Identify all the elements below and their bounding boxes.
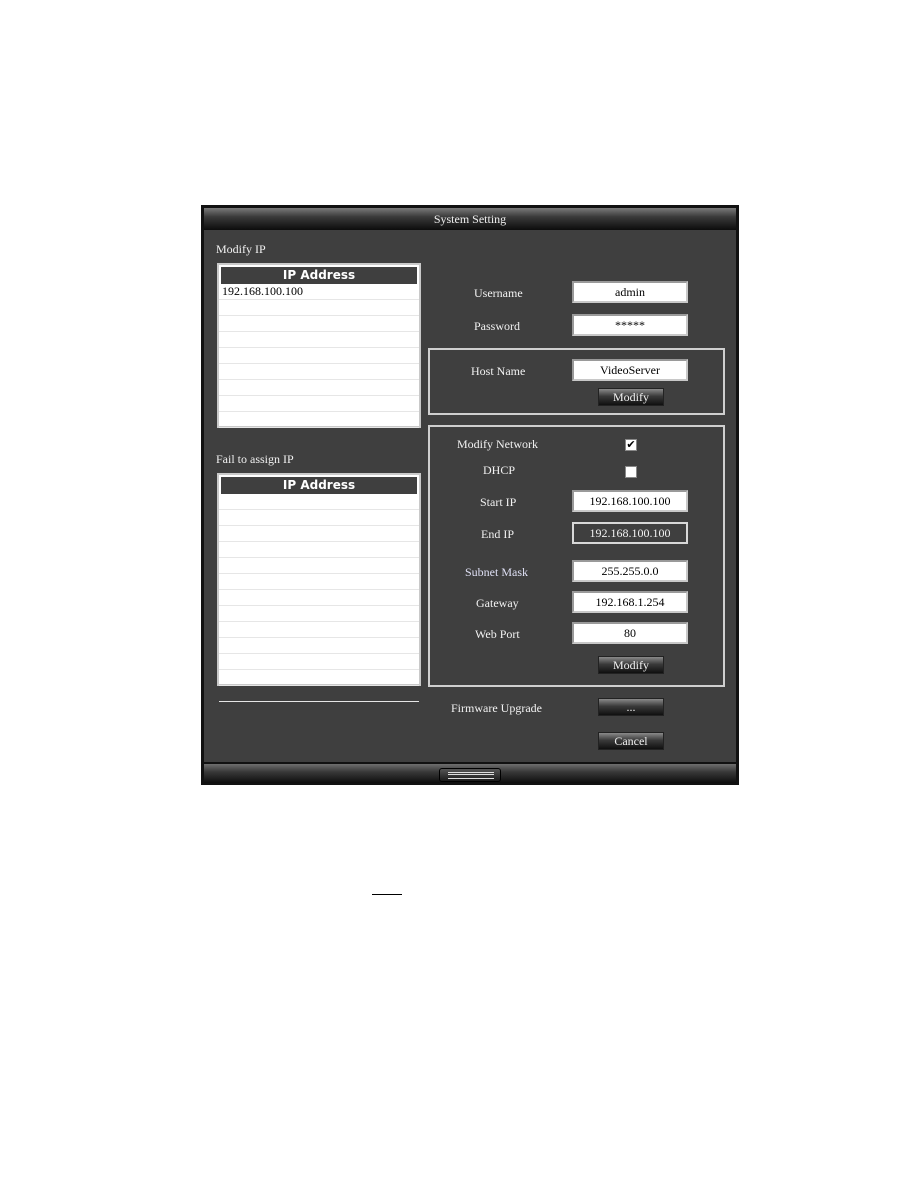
modify-ip-rows: 192.168.100.100 (219, 284, 419, 428)
firmware-upgrade-label: Firmware Upgrade (451, 701, 542, 715)
list-item[interactable] (219, 526, 419, 542)
end-ip-input (572, 522, 688, 544)
fail-ip-label: Fail to assign IP (216, 452, 294, 466)
host-name-input[interactable] (572, 359, 688, 381)
window-title: System Setting (433, 212, 507, 226)
gateway-label: Gateway (476, 596, 519, 610)
username-label: Username (474, 286, 523, 300)
cancel-button[interactable]: Cancel (598, 732, 664, 750)
list-item[interactable] (219, 622, 419, 638)
list-item[interactable] (219, 654, 419, 670)
firmware-browse-button[interactable]: ... (598, 698, 664, 716)
modify-network-checkbox[interactable]: ✔ (625, 439, 637, 451)
modify-network-label: Modify Network (457, 437, 538, 451)
modify-ip-label: Modify IP (216, 242, 266, 256)
window-bottom-bar (204, 764, 736, 783)
list-item[interactable] (219, 494, 419, 510)
list-item[interactable] (219, 686, 419, 702)
list-item[interactable] (219, 412, 419, 428)
password-label: Password (474, 319, 521, 333)
password-input[interactable] (572, 314, 688, 336)
list-item[interactable] (219, 574, 419, 590)
modify-ip-column-header[interactable]: IP Address (221, 267, 417, 284)
list-item[interactable] (219, 364, 419, 380)
start-ip-label: Start IP (480, 495, 517, 509)
fail-ip-column-header[interactable]: IP Address (221, 477, 417, 494)
dhcp-checkbox[interactable] (625, 466, 637, 478)
list-item[interactable] (219, 332, 419, 348)
network-modify-button[interactable]: Modify (598, 656, 664, 674)
web-port-label: Web Port (475, 627, 520, 641)
end-ip-label: End IP (481, 527, 514, 541)
list-item[interactable] (219, 300, 419, 316)
list-item[interactable] (219, 316, 419, 332)
modify-ip-list[interactable]: IP Address 192.168.100.100 (217, 263, 421, 428)
subnet-mask-label: Subnet Mask (465, 565, 528, 579)
list-item[interactable] (219, 510, 419, 526)
checkmark-icon: ✔ (626, 438, 636, 451)
list-item[interactable] (219, 670, 419, 686)
list-item[interactable] (219, 558, 419, 574)
window-title-bar[interactable]: System Setting (204, 208, 736, 230)
list-item[interactable] (219, 348, 419, 364)
list-item[interactable] (219, 590, 419, 606)
underline-decoration (372, 894, 402, 895)
fail-ip-list[interactable]: IP Address (217, 473, 421, 702)
web-port-input[interactable] (572, 622, 688, 644)
host-modify-button[interactable]: Modify (598, 388, 664, 406)
list-item[interactable] (219, 380, 419, 396)
username-input[interactable] (572, 281, 688, 303)
gateway-input[interactable] (572, 591, 688, 613)
resize-grip-icon[interactable] (439, 768, 501, 782)
list-item[interactable]: 192.168.100.100 (219, 284, 419, 300)
start-ip-input[interactable] (572, 490, 688, 512)
list-item[interactable] (219, 396, 419, 412)
fail-ip-rows (219, 494, 419, 702)
subnet-mask-input[interactable] (572, 560, 688, 582)
host-name-group: Host Name Modify (428, 348, 725, 415)
system-setting-window: System Setting Modify IP IP Address 192.… (201, 205, 739, 785)
dhcp-label: DHCP (483, 463, 516, 477)
list-item[interactable] (219, 606, 419, 622)
network-group: Modify Network ✔ DHCP Start IP End IP Su… (428, 425, 725, 687)
host-name-label: Host Name (471, 364, 526, 378)
list-item[interactable] (219, 638, 419, 654)
list-item[interactable] (219, 542, 419, 558)
window-body: Modify IP IP Address 192.168.100.100 Fai… (204, 230, 736, 762)
